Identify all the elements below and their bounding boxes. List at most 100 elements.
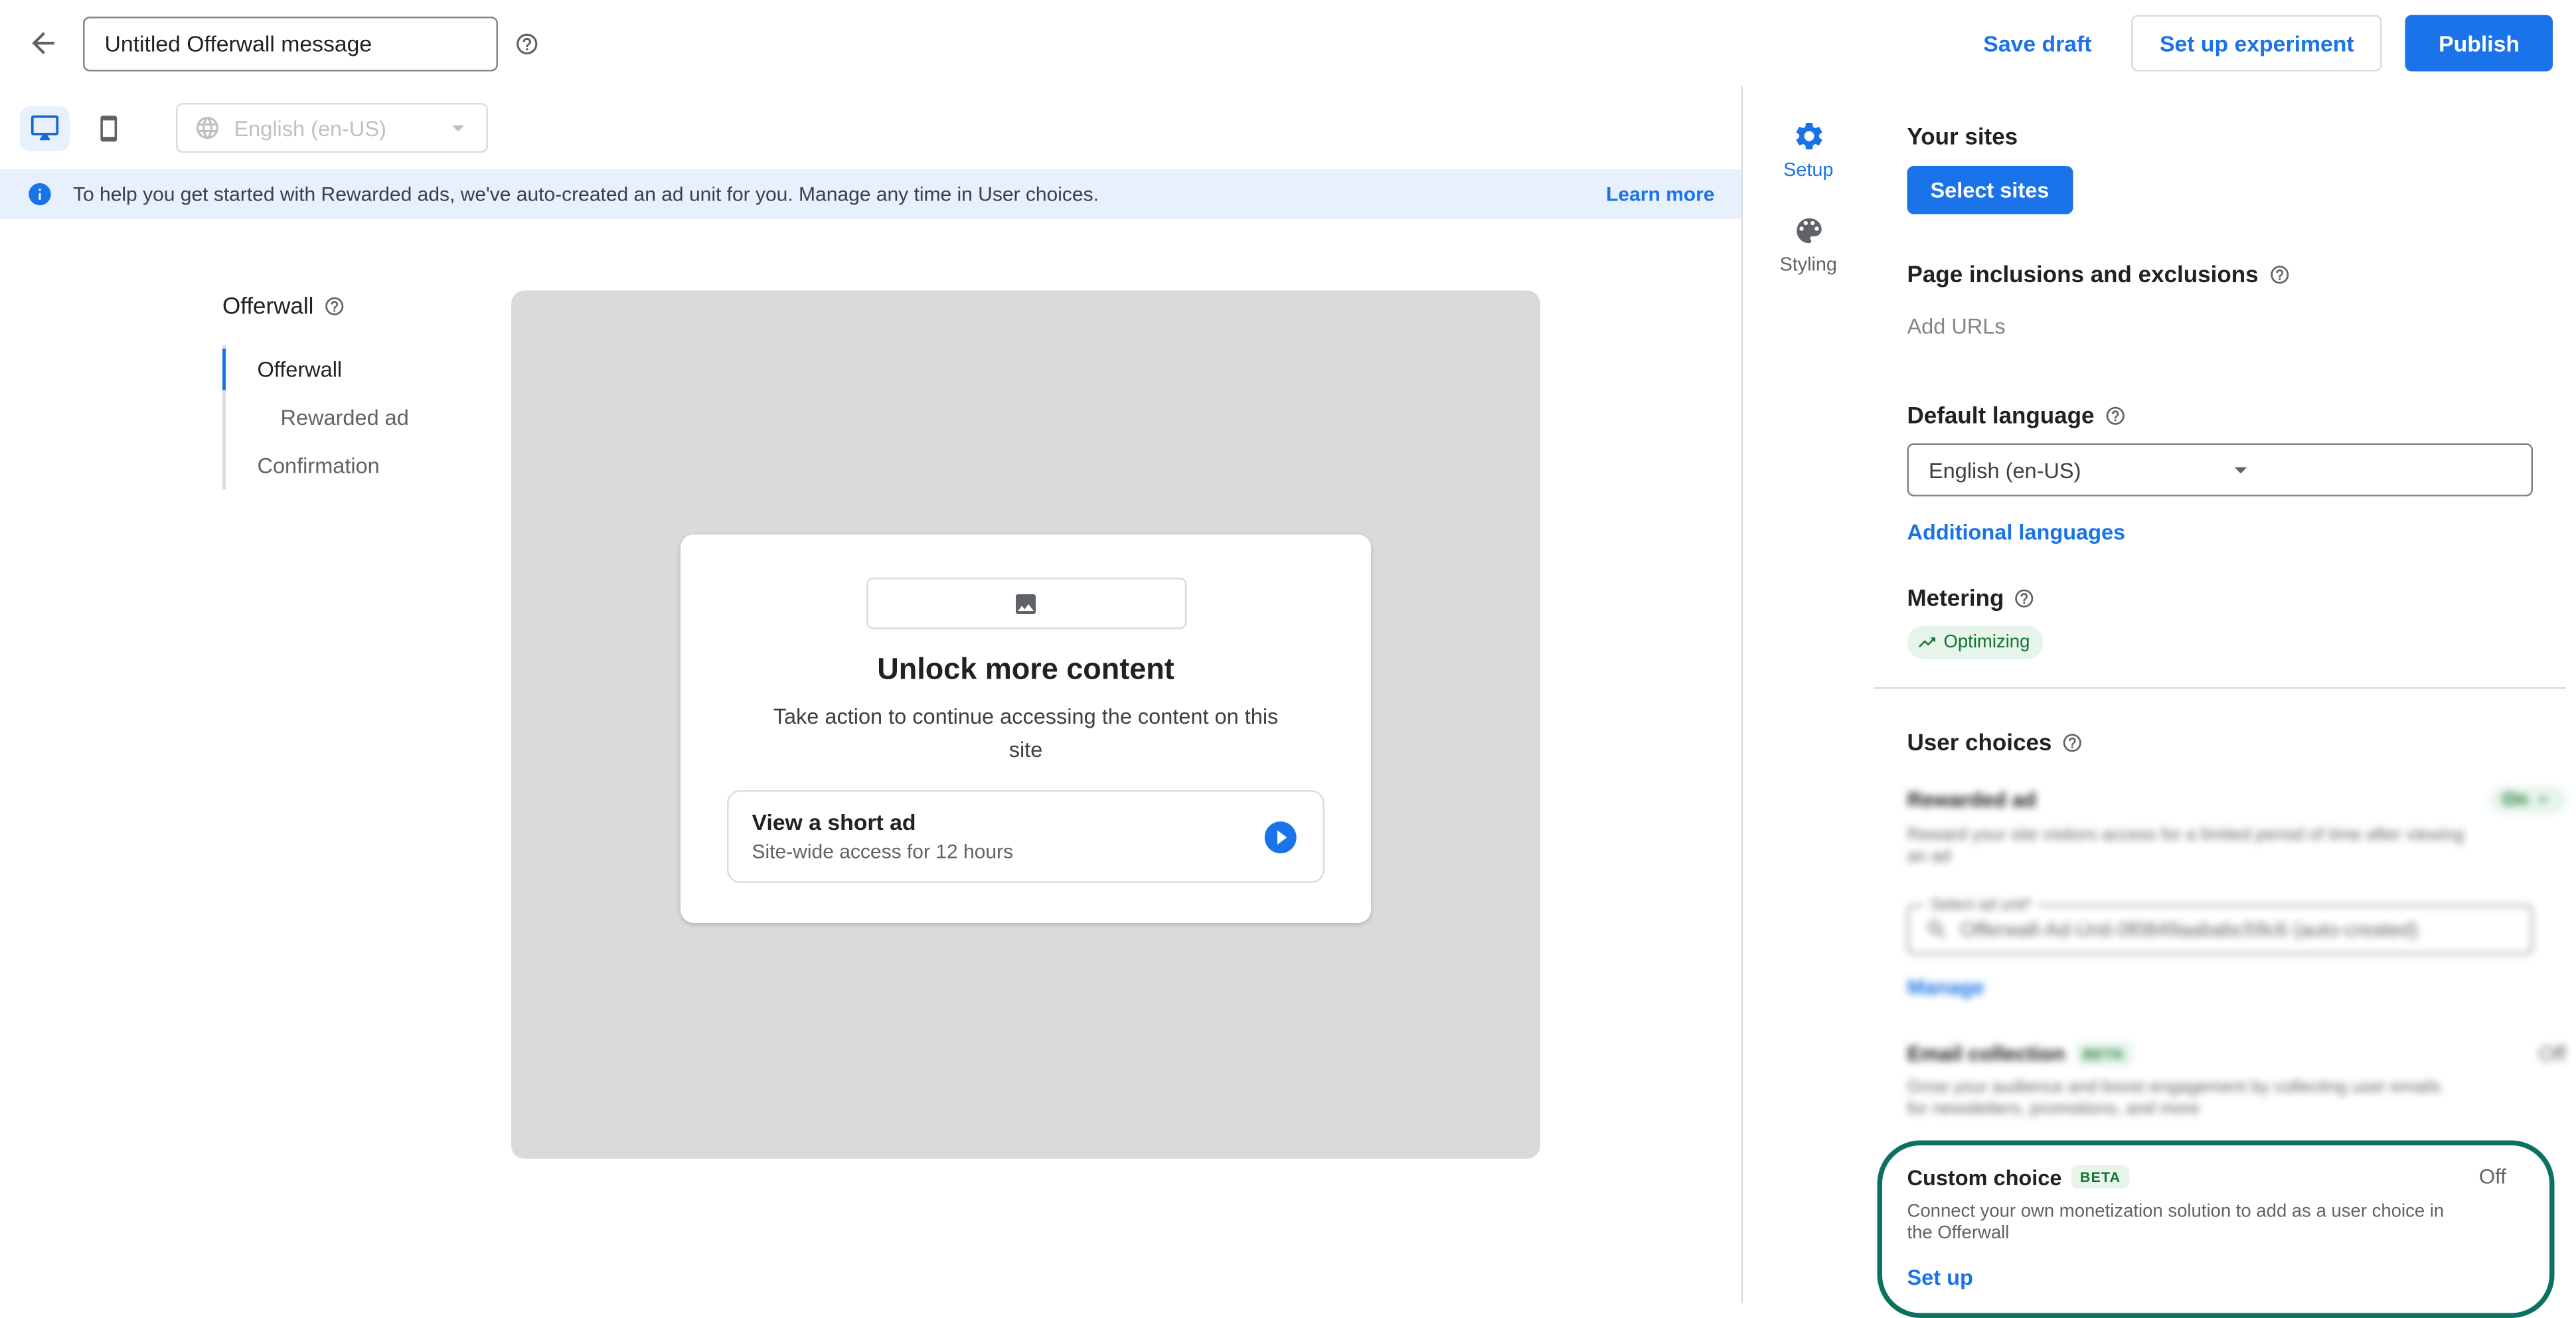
user-choices-label: User choices (1907, 729, 2052, 756)
nav-heading: Offerwall (222, 292, 409, 319)
main-area: English (en-US) To help you get started … (0, 86, 2576, 1303)
device-toolbar: English (en-US) (0, 86, 1741, 169)
card-body: Take action to continue accessing the co… (760, 700, 1291, 766)
ad-unit-select[interactable]: Select ad unit* Offerwall-Ad-Unit-0f0849… (1907, 905, 2534, 955)
custom-choice-set-up-link[interactable]: Set up (1907, 1265, 1973, 1290)
title-help-icon[interactable] (515, 31, 540, 56)
default-language-label: Default language (1907, 402, 2095, 428)
topbar-actions: Save draft Set up experiment Publish (1983, 15, 2553, 72)
rewarded-ad-description: Reward your site visitors access for a l… (1907, 825, 2465, 869)
mobile-preview-button[interactable] (83, 106, 133, 151)
rewarded-ad-title: Rewarded ad (1907, 789, 2037, 812)
nav-item-rewarded-ad[interactable]: Rewarded ad (226, 394, 409, 442)
info-icon (27, 181, 53, 208)
back-arrow-icon (27, 27, 60, 60)
rewarded-ad-row: Rewarded ad On (1907, 787, 2567, 813)
rail-styling-label: Styling (1780, 256, 1837, 276)
card-title: Unlock more content (727, 653, 1325, 688)
offerwall-preview: Unlock more content Take action to conti… (511, 291, 1540, 1159)
chevron-down-icon (2533, 790, 2553, 810)
view-ad-option[interactable]: View a short ad Site-wide access for 12 … (727, 790, 1325, 883)
save-draft-button[interactable]: Save draft (1983, 31, 2091, 56)
page-inclusions-heading: Page inclusions and exclusions (1907, 261, 2567, 288)
search-icon (1925, 918, 1949, 942)
trending-up-icon (1917, 633, 1937, 653)
rewarded-ad-toggle[interactable]: On (2489, 787, 2566, 813)
user-choices-help-icon[interactable] (2061, 731, 2083, 753)
offerwall-editor: Save draft Set up experiment Publish (0, 0, 2576, 1303)
rail-tab-styling[interactable]: Styling (1780, 214, 1837, 276)
nav-item-confirmation[interactable]: Confirmation (226, 442, 409, 490)
additional-languages-link[interactable]: Additional languages (1907, 520, 2126, 545)
offerwall-card: Unlock more content Take action to conti… (681, 535, 1371, 923)
email-collection-row: Email collection BETA Off (1907, 1043, 2567, 1066)
editor-pane: English (en-US) To help you get started … (0, 86, 1743, 1303)
option-text: View a short ad Site-wide access for 12 … (752, 810, 1014, 863)
offerwall-nav: Offerwall Offerwall Rewarded ad Confirma… (222, 292, 409, 490)
preview-language-select[interactable]: English (en-US) (176, 103, 488, 153)
default-language-value: English (en-US) (1929, 457, 2225, 483)
option-subtitle: Site-wide access for 12 hours (752, 840, 1014, 863)
smartphone-icon (94, 114, 122, 142)
rail-tab-setup[interactable]: Setup (1783, 120, 1833, 181)
your-sites-heading: Your sites (1907, 123, 2567, 149)
info-banner: To help you get started with Rewarded ad… (0, 169, 1741, 219)
settings-rail: Setup Styling (1743, 86, 1874, 1303)
metering-heading: Metering (1907, 584, 2567, 611)
metering-label: Metering (1907, 584, 2004, 611)
default-language-heading: Default language (1907, 402, 2567, 428)
custom-choice-section: Custom choice BETA Off Connect your own … (1907, 1165, 2524, 1293)
ad-unit-label: Select ad unit* (1924, 897, 2039, 916)
email-collection-title: Email collection (1907, 1043, 2065, 1066)
globe-icon (195, 115, 221, 141)
topbar: Save draft Set up experiment Publish (0, 0, 2576, 86)
learn-more-link[interactable]: Learn more (1606, 183, 1714, 206)
email-collection-description: Grow your audience and boost engagement … (1907, 1078, 2465, 1121)
rewarded-ad-section: Rewarded ad On Reward your site visitors… (1907, 787, 2567, 1003)
nav-list: Offerwall Rewarded ad Confirmation (222, 345, 409, 490)
desktop-icon (30, 113, 60, 143)
email-collection-section: Email collection BETA Off Grow your audi… (1907, 1043, 2567, 1121)
custom-choice-beta-badge: BETA (2071, 1165, 2129, 1189)
email-collection-state: Off (2539, 1043, 2566, 1066)
play-circle-icon[interactable] (1261, 817, 1300, 856)
custom-choice-row: Custom choice BETA Off (1907, 1165, 2524, 1190)
default-language-select[interactable]: English (en-US) (1907, 444, 2534, 497)
chevron-down-icon (443, 113, 473, 143)
chevron-down-icon (2225, 455, 2521, 485)
nav-item-offerwall[interactable]: Offerwall (226, 345, 409, 394)
back-button[interactable] (17, 17, 70, 70)
optimizing-badge: Optimizing (1907, 626, 2044, 659)
banner-text: To help you get started with Rewarded ad… (73, 183, 1099, 206)
desktop-preview-button[interactable] (20, 106, 70, 151)
page-inclusions-help-icon[interactable] (2269, 263, 2291, 285)
preview-language-value: English (en-US) (234, 116, 430, 141)
image-icon (1012, 590, 1039, 617)
email-collection-beta-badge: BETA (2075, 1043, 2132, 1066)
section-divider (1874, 687, 2567, 689)
select-sites-button[interactable]: Select sites (1907, 166, 2073, 214)
ad-unit-value: Offerwall-Ad-Unit-0f0849aababc59c6 (auto… (1961, 918, 2419, 942)
add-urls-input[interactable] (1907, 314, 2534, 339)
setup-experiment-button[interactable]: Set up experiment (2132, 15, 2383, 72)
nav-heading-label: Offerwall (222, 292, 313, 319)
message-title-input[interactable] (83, 16, 498, 71)
default-language-help-icon[interactable] (2104, 404, 2126, 426)
gear-icon (1792, 120, 1825, 153)
custom-choice-state: Off (2479, 1165, 2506, 1189)
page-inclusions-label: Page inclusions and exclusions (1907, 261, 2259, 288)
optimizing-label: Optimizing (1944, 633, 2030, 653)
publish-button[interactable]: Publish (2405, 15, 2553, 72)
custom-choice-title: Custom choice (1907, 1165, 2062, 1190)
image-placeholder (866, 578, 1186, 629)
user-choices-heading: User choices (1907, 729, 2567, 756)
offerwall-help-icon[interactable] (323, 295, 345, 317)
custom-choice-highlight-ring: Custom choice BETA Off Connect your own … (1878, 1139, 2555, 1318)
editor-body: Offerwall Offerwall Rewarded ad Confirma… (0, 219, 1741, 1303)
metering-help-icon[interactable] (2014, 587, 2036, 609)
settings-panel: Your sites Select sites Page inclusions … (1874, 86, 2576, 1303)
option-title: View a short ad (752, 810, 1014, 835)
manage-link[interactable]: Manage (1907, 977, 1984, 1000)
custom-choice-description: Connect your own monetization solution t… (1907, 1201, 2472, 1247)
rail-setup-label: Setup (1783, 161, 1833, 181)
